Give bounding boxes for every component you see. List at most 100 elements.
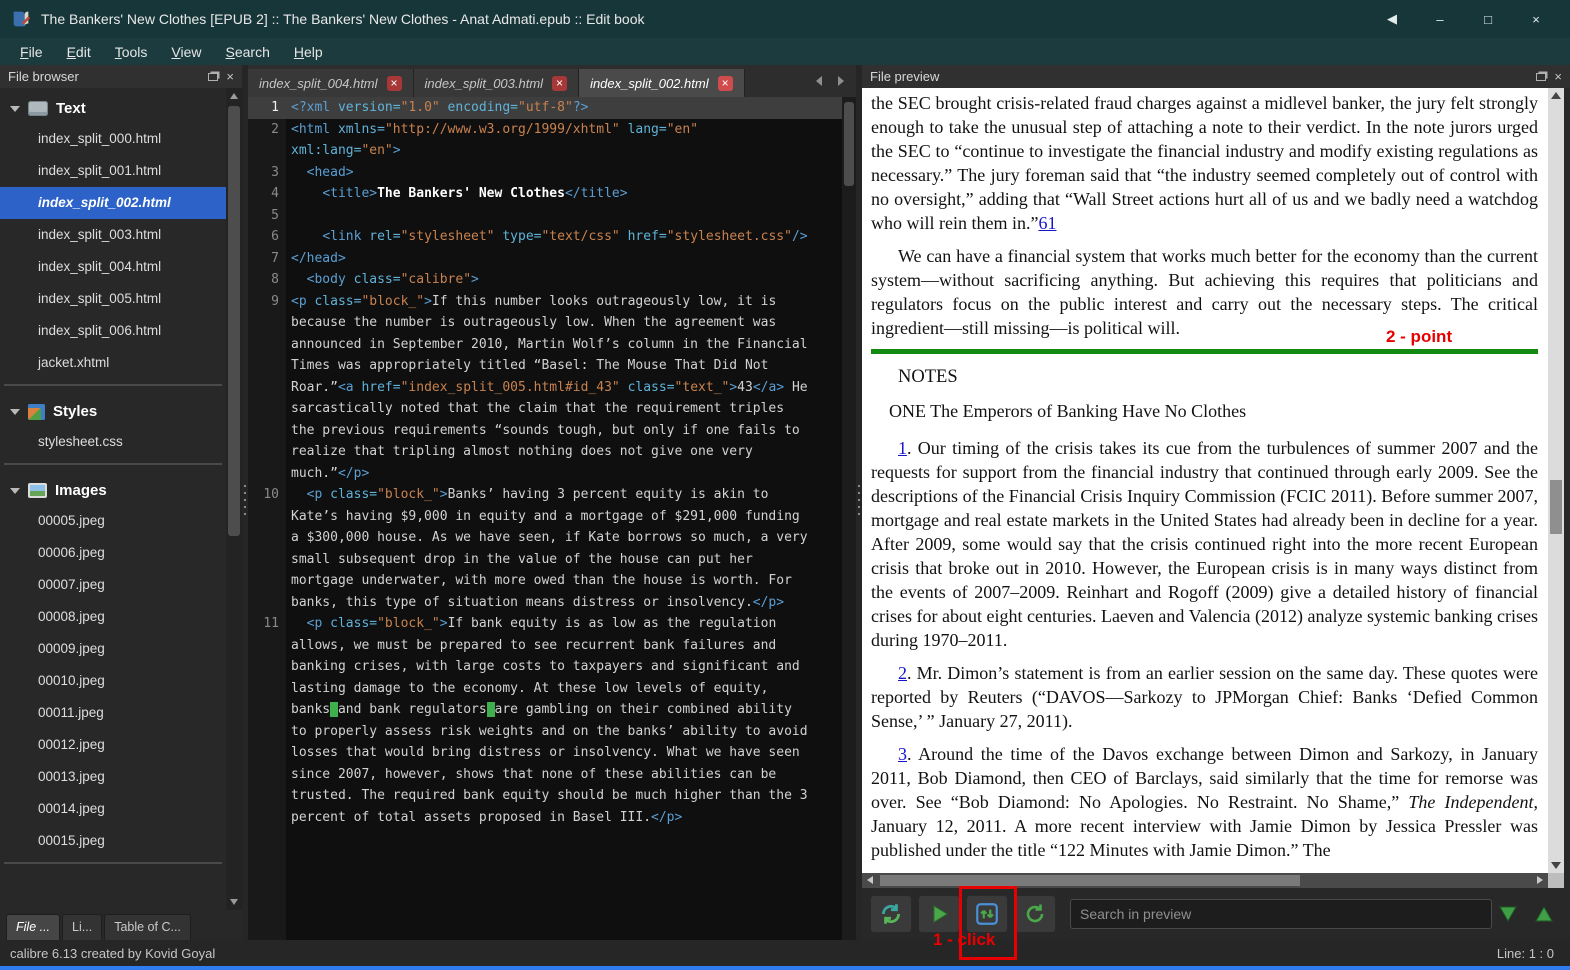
- code-line[interactable]: 8 <body class="calibre">: [248, 269, 842, 291]
- tab-close-icon[interactable]: ×: [717, 75, 733, 91]
- scroll-up-icon[interactable]: [1551, 92, 1561, 99]
- file-item[interactable]: index_split_006.html: [0, 315, 226, 347]
- section-images[interactable]: Images: [0, 470, 226, 505]
- close-button[interactable]: ×: [1512, 0, 1560, 38]
- scrollbar-thumb[interactable]: [1550, 480, 1562, 534]
- editor-tab[interactable]: index_split_002.html ×: [579, 69, 745, 97]
- file-item[interactable]: 00010.jpeg: [0, 665, 226, 697]
- code-line[interactable]: 2 <html xmlns="http://www.w3.org/1999/xht…: [248, 119, 842, 162]
- code-token: class=: [353, 272, 401, 287]
- file-item[interactable]: 00009.jpeg: [0, 633, 226, 665]
- scroll-down-icon[interactable]: [1551, 862, 1561, 869]
- code-token: <body: [291, 272, 354, 287]
- code-line[interactable]: 11 <p class="block_">If bank equity is a…: [248, 613, 842, 828]
- code-text: <title>The Bankers' New Clothes</title>: [286, 183, 842, 205]
- code-editor[interactable]: 1 <?xml version="1.0" encoding="utf-8"?> 2…: [248, 97, 842, 940]
- scroll-left-icon[interactable]: [867, 876, 873, 884]
- tab-close-icon[interactable]: ×: [386, 75, 402, 91]
- code-token: </title>: [564, 186, 628, 201]
- file-item[interactable]: 00014.jpeg: [0, 793, 226, 825]
- editor-tab[interactable]: index_split_003.html ×: [413, 69, 580, 97]
- scroll-tabs-left-button[interactable]: [808, 67, 830, 95]
- file-item[interactable]: index_split_005.html: [0, 283, 226, 315]
- tab-close-icon[interactable]: ×: [552, 75, 568, 91]
- float-icon: [208, 73, 219, 81]
- file-item[interactable]: stylesheet.css: [0, 426, 226, 458]
- code-line[interactable]: 6 <link rel="stylesheet" type="text/css"…: [248, 226, 842, 248]
- file-item[interactable]: 00006.jpeg: [0, 537, 226, 569]
- scroll-tabs-right-button[interactable]: [830, 67, 852, 95]
- note-link[interactable]: 2: [898, 663, 907, 683]
- editor-scrollbar[interactable]: [842, 97, 856, 940]
- chevron-left-button[interactable]: ◀: [1368, 0, 1416, 38]
- refresh-preview-button[interactable]: [870, 895, 912, 933]
- file-item[interactable]: 00011.jpeg: [0, 697, 226, 729]
- dock-tab[interactable]: Li...: [62, 914, 103, 940]
- menu-item-search[interactable]: Search: [214, 41, 282, 63]
- file-item[interactable]: index_split_000.html: [0, 123, 226, 155]
- dock-tab[interactable]: File ...: [6, 914, 61, 940]
- scrollbar-thumb[interactable]: [880, 875, 1300, 886]
- note-link[interactable]: 3: [898, 744, 907, 764]
- float-panel-button[interactable]: [1536, 69, 1547, 84]
- preview-search-input[interactable]: [1070, 899, 1492, 929]
- code-line[interactable]: 10 <p class="block_">Banks’ having 3 per…: [248, 484, 842, 613]
- scroll-up-icon[interactable]: [230, 93, 238, 99]
- file-item[interactable]: index_split_001.html: [0, 155, 226, 187]
- scrollbar-thumb[interactable]: [228, 106, 240, 536]
- editor-tab[interactable]: index_split_004.html ×: [248, 69, 414, 97]
- minimize-button[interactable]: –: [1416, 0, 1464, 38]
- file-item[interactable]: 00008.jpeg: [0, 601, 226, 633]
- preview-vertical-scrollbar[interactable]: [1548, 88, 1564, 873]
- code-token: class=: [619, 379, 675, 395]
- file-item[interactable]: jacket.xhtml: [0, 347, 226, 379]
- code-line[interactable]: 9 <p class="block_">If this number looks …: [248, 291, 842, 485]
- note-link[interactable]: 61: [1038, 213, 1056, 233]
- scroll-right-icon[interactable]: [1537, 876, 1543, 884]
- code-line[interactable]: 1 <?xml version="1.0" encoding="utf-8"?>: [248, 97, 842, 119]
- scroll-down-icon[interactable]: [230, 899, 238, 905]
- menu-item-view[interactable]: View: [159, 41, 213, 63]
- code-token: href=: [361, 379, 401, 395]
- code-line[interactable]: 3 <head>: [248, 162, 842, 184]
- menu-item-tools[interactable]: Tools: [103, 41, 160, 63]
- run-preview-button[interactable]: [918, 895, 960, 933]
- close-icon: ×: [1532, 11, 1540, 27]
- file-item[interactable]: 00015.jpeg: [0, 825, 226, 857]
- code-token: The Bankers' New Clothes: [377, 186, 565, 201]
- section-label: Images: [55, 482, 107, 499]
- maximize-button[interactable]: □: [1464, 0, 1512, 38]
- file-item[interactable]: 00005.jpeg: [0, 505, 226, 537]
- section-styles[interactable]: Styles: [0, 391, 226, 426]
- scrollbar-thumb[interactable]: [844, 102, 854, 186]
- file-item[interactable]: 00012.jpeg: [0, 729, 226, 761]
- menu-item-help[interactable]: Help: [282, 41, 335, 63]
- code-line[interactable]: 4 <title>The Bankers' New Clothes</title…: [248, 183, 842, 205]
- section-text[interactable]: Text: [0, 88, 226, 123]
- dock-tab[interactable]: Table of C...: [104, 914, 191, 940]
- editor-panel: index_split_004.html × index_split_003.htm…: [248, 65, 856, 940]
- file-item[interactable]: index_split_003.html: [0, 219, 226, 251]
- menu-item-file[interactable]: File: [8, 41, 55, 63]
- file-item[interactable]: 00013.jpeg: [0, 761, 226, 793]
- file-item[interactable]: 00007.jpeg: [0, 569, 226, 601]
- close-panel-button[interactable]: ×: [226, 70, 234, 83]
- reload-preview-button[interactable]: [1014, 895, 1056, 933]
- file-item[interactable]: index_split_004.html: [0, 251, 226, 283]
- tab-label: index_split_003.html: [424, 75, 544, 91]
- code-line[interactable]: 7 </head>: [248, 248, 842, 270]
- note-link[interactable]: 1: [898, 438, 907, 458]
- find-next-icon[interactable]: [1498, 904, 1518, 924]
- code-editor-wrap: 1 <?xml version="1.0" encoding="utf-8"?> 2…: [248, 97, 856, 940]
- find-previous-icon[interactable]: [1534, 904, 1554, 924]
- status-bar: calibre 6.13 created by Kovid Goyal Line…: [0, 940, 1570, 966]
- code-line[interactable]: 5: [248, 205, 842, 227]
- file-tree-scrollbar[interactable]: [226, 88, 242, 910]
- file-item[interactable]: index_split_002.html: [0, 187, 226, 219]
- line-number: 7: [271, 250, 279, 266]
- scrollbar-corner: [1548, 873, 1564, 888]
- menu-item-edit[interactable]: Edit: [55, 41, 103, 63]
- code-token: ?>: [572, 100, 589, 115]
- float-panel-button[interactable]: [208, 69, 219, 84]
- close-panel-button[interactable]: ×: [1554, 70, 1562, 83]
